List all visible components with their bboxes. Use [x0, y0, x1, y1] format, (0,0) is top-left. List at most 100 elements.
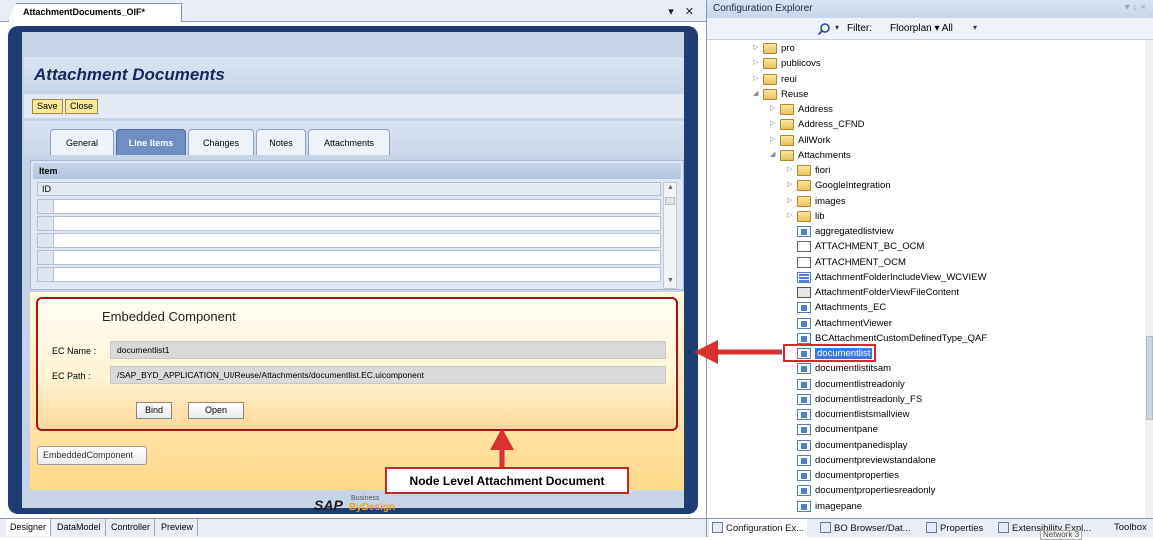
explorer-scrollbar[interactable]: [1145, 40, 1153, 518]
tree-item-label: publicovs: [781, 58, 821, 70]
scroll-thumb[interactable]: [665, 197, 675, 205]
tree-item-label: AttachmentViewer: [815, 317, 892, 329]
row-selector[interactable]: [38, 200, 54, 213]
search-dropdown-icon[interactable]: ▾: [835, 23, 839, 32]
tree-item-label: aggregatedlistview: [815, 226, 894, 237]
tab-changes[interactable]: Changes: [188, 129, 254, 155]
tree-item-label: BCAttachmentCustomDefinedType_QAF: [815, 332, 988, 344]
document-tab[interactable]: AttachmentDocuments_OIF*: [8, 3, 182, 22]
tree-item-label: imagepane: [815, 500, 863, 512]
tree-item-label: documentlistitsam: [815, 363, 892, 375]
folder-icon: [780, 104, 794, 115]
expand-icon[interactable]: ▷: [753, 58, 763, 66]
file-icon: [797, 287, 811, 298]
table-row[interactable]: [37, 250, 661, 265]
file-icon: [797, 409, 811, 420]
tab-datamodel[interactable]: DataModel: [53, 519, 106, 536]
ec-name-label: EC Name :: [52, 346, 97, 356]
tab-bo-browser[interactable]: BO Browser/Dat...: [817, 519, 914, 538]
ec-path-label: EC Path :: [52, 371, 91, 381]
expand-icon[interactable]: ▷: [753, 43, 763, 51]
ec-name-field[interactable]: documentlist1: [110, 341, 666, 359]
filter-select[interactable]: Floorplan ▾ All: [890, 23, 953, 34]
close-button[interactable]: Close: [65, 99, 99, 114]
document-tab-controls[interactable]: ▾ ✕: [668, 5, 698, 18]
table-row[interactable]: [37, 199, 661, 214]
tab-designer[interactable]: Designer: [6, 519, 52, 536]
expand-icon[interactable]: ▷: [770, 104, 780, 112]
title-bar: Attachment Documents: [24, 57, 684, 91]
file-icon: [797, 500, 811, 512]
file-icon: [797, 226, 811, 237]
explorer-icon: [712, 522, 723, 533]
expand-icon[interactable]: ▷: [787, 165, 797, 173]
expand-icon[interactable]: ▷: [770, 135, 780, 143]
tree-item-label: ATTACHMENT_OCM: [815, 256, 906, 268]
expand-icon[interactable]: ▷: [753, 74, 763, 82]
file-icon: [797, 439, 811, 451]
row-selector[interactable]: [38, 217, 54, 230]
grid-header-id[interactable]: ID: [37, 182, 661, 196]
file-icon: [797, 454, 811, 466]
collapse-icon[interactable]: ◢: [770, 150, 780, 158]
toolbar: Save Close: [24, 94, 684, 118]
expand-icon[interactable]: ▷: [787, 211, 797, 219]
tree-item-label: Address_CFND: [798, 119, 865, 131]
folder-icon: [797, 210, 811, 222]
callout-label: Node Level Attachment Document: [385, 467, 629, 494]
ec-title: Embedded Component: [102, 309, 236, 324]
explorer-toolbar: ▾ Filter: Floorplan ▾ All ▾: [707, 18, 1153, 40]
tab-configuration-explorer[interactable]: Configuration Ex...: [709, 519, 808, 538]
file-icon: [797, 332, 811, 344]
ec-path-field[interactable]: /SAP_BYD_APPLICATION_UI/Reuse/Attachment…: [110, 366, 666, 384]
scroll-up-icon[interactable]: ▲: [667, 184, 674, 191]
bind-button[interactable]: Bind: [136, 402, 172, 419]
page-title: Attachment Documents: [34, 65, 225, 84]
folder-icon: [763, 88, 777, 100]
tab-properties[interactable]: Properties: [923, 519, 986, 538]
row-selector[interactable]: [38, 234, 54, 247]
tab-preview[interactable]: Preview: [157, 519, 199, 536]
tree-item-label: documentlistreadonly_FS: [815, 393, 923, 405]
tab-line-items[interactable]: Line Items: [116, 129, 186, 155]
tab-toolbox[interactable]: Toolbox: [1111, 519, 1153, 538]
filter-dropdown-icon[interactable]: ▾: [973, 23, 977, 32]
row-selector[interactable]: [38, 268, 54, 281]
tree-item-label: fiori: [815, 165, 831, 176]
table-row[interactable]: [37, 216, 661, 231]
tab-general[interactable]: General: [50, 129, 114, 155]
search-icon[interactable]: [817, 22, 831, 36]
folder-icon: [797, 195, 811, 207]
tree-item-label: Address: [798, 104, 833, 115]
save-button[interactable]: Save: [32, 99, 63, 114]
logo-business: Business: [351, 495, 380, 502]
table-row[interactable]: [37, 267, 661, 282]
logo-bydesign: ByDesign: [349, 502, 396, 513]
expand-icon[interactable]: ▷: [787, 180, 797, 188]
selection-highlight-box: [783, 344, 876, 362]
tree-item-label: AttachmentFolderViewFileContent: [815, 287, 959, 298]
folder-icon: [780, 119, 794, 131]
folder-icon: [797, 180, 811, 192]
tree-item-label: ATTACHMENT_BC_OCM: [815, 241, 925, 253]
embedded-component-panel[interactable]: Embedded Component EC Name : documentlis…: [36, 297, 678, 431]
designer-pane: AttachmentDocuments_OIF* ▾ ✕ Attachment …: [0, 0, 706, 537]
row-selector[interactable]: [38, 251, 54, 264]
expand-icon[interactable]: ▷: [787, 196, 797, 204]
explorer-window-controls[interactable]: ▾ ↓ ×: [1125, 2, 1146, 13]
tab-attachments[interactable]: Attachments: [308, 129, 390, 155]
items-panel: Item ID ▲ ▼: [30, 160, 684, 290]
designer-bottom-tabs: Designer DataModel Controller Preview: [0, 518, 706, 537]
tab-controller[interactable]: Controller: [107, 519, 156, 536]
tab-notes[interactable]: Notes: [256, 129, 306, 155]
table-row[interactable]: [37, 233, 661, 248]
tree-item-label: documentpanedisplay: [815, 439, 908, 451]
open-button[interactable]: Open: [188, 402, 244, 419]
scroll-down-icon[interactable]: ▼: [667, 277, 674, 284]
collapse-icon[interactable]: ◢: [753, 89, 763, 97]
file-icon: [797, 485, 811, 497]
embedded-component-button[interactable]: EmbeddedComponent: [37, 446, 147, 465]
grid-scrollbar[interactable]: ▲ ▼: [663, 182, 677, 289]
expand-icon[interactable]: ▷: [770, 119, 780, 127]
explorer-scroll-thumb[interactable]: [1146, 336, 1153, 420]
